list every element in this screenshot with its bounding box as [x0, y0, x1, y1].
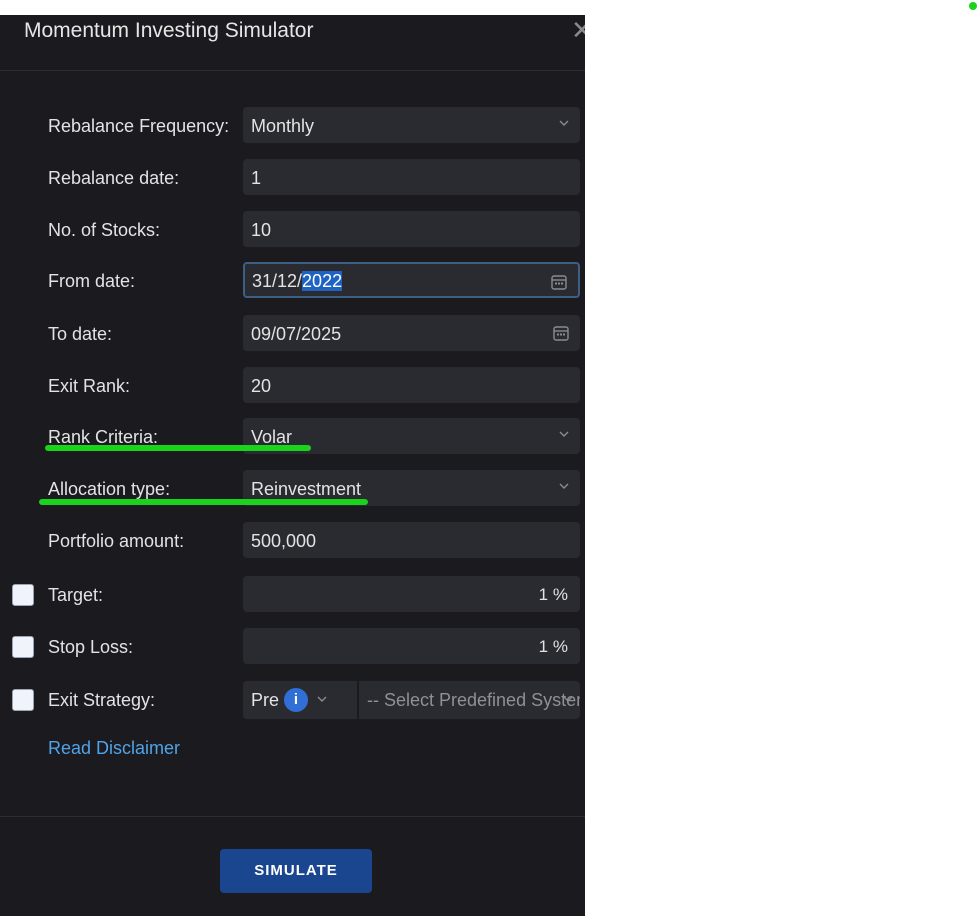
num-stocks-input[interactable]: 10 — [243, 211, 580, 247]
rebalance-date-row: Rebalance date: 1 — [0, 159, 585, 197]
annotation-dot — [969, 2, 977, 10]
rebalance-date-value: 1 — [251, 168, 262, 188]
to-date-input[interactable]: 09/07/2025 — [243, 315, 580, 351]
exit-strategy-label: Exit Strategy: — [48, 690, 156, 710]
to-date-row: To date: 09/07/2025 — [0, 315, 585, 353]
stop-loss-input[interactable]: 1 % — [243, 628, 580, 664]
num-stocks-label: No. of Stocks: — [48, 220, 161, 240]
from-date-input[interactable]: 31/12/2022 — [243, 262, 580, 298]
chevron-down-icon — [317, 696, 327, 702]
dialog-title: Momentum Investing Simulator — [24, 19, 314, 42]
calendar-icon[interactable] — [550, 273, 568, 291]
target-row: Target: 1 % — [0, 576, 585, 614]
exit-strategy-checkbox[interactable] — [12, 689, 34, 711]
from-date-prefix: 31/12/ — [252, 271, 303, 291]
chevron-down-icon — [559, 483, 569, 489]
info-icon[interactable]: i — [284, 688, 308, 712]
portfolio-amount-input[interactable]: 500,000 — [243, 522, 580, 558]
chevron-down-icon — [563, 696, 573, 702]
calendar-icon[interactable] — [552, 324, 570, 342]
rebalance-date-input[interactable]: 1 — [243, 159, 580, 195]
stop-loss-checkbox[interactable] — [12, 636, 34, 658]
target-unit: % — [552, 585, 568, 604]
num-stocks-value: 10 — [251, 220, 272, 240]
to-date-value: 09/07/2025 — [251, 324, 342, 344]
portfolio-amount-label: Portfolio amount: — [48, 531, 185, 551]
num-stocks-row: No. of Stocks: 10 — [0, 211, 585, 249]
predefined-system-select[interactable]: -- Select Predefined System -- — [359, 681, 580, 719]
close-icon[interactable]: ✕ — [571, 15, 585, 45]
rebalance-frequency-row: Rebalance Frequency: Monthly — [0, 107, 585, 145]
annotation-underline-allocation-type — [39, 499, 368, 505]
from-date-label: From date: — [48, 271, 136, 291]
from-date-row: From date: 31/12/2022 — [0, 262, 585, 300]
stop-loss-row: Stop Loss: 1 % — [0, 628, 585, 666]
exit-rank-row: Exit Rank: 20 — [0, 367, 585, 405]
stop-loss-unit: % — [552, 637, 568, 656]
read-disclaimer-link[interactable]: Read Disclaimer — [48, 738, 180, 759]
dialog-header: Momentum Investing Simulator ✕ — [0, 15, 585, 71]
allocation-type-value: Reinvestment — [251, 479, 362, 499]
chevron-down-icon — [559, 120, 569, 126]
exit-rank-label: Exit Rank: — [48, 376, 131, 396]
exit-rank-input[interactable]: 20 — [243, 367, 580, 403]
portfolio-amount-row: Portfolio amount: 500,000 — [0, 522, 585, 560]
predefined-system-placeholder: -- Select Predefined System -- — [367, 690, 580, 710]
footer-divider — [0, 816, 585, 817]
stop-loss-value: 1 % — [539, 637, 568, 657]
chevron-down-icon — [559, 431, 569, 437]
target-input[interactable]: 1 % — [243, 576, 580, 612]
allocation-type-label: Allocation type: — [48, 479, 171, 499]
annotation-underline-rank-criteria — [45, 445, 311, 451]
from-date-selected-year: 2022 — [302, 271, 343, 291]
rebalance-frequency-select[interactable]: Monthly — [243, 107, 580, 143]
rebalance-frequency-label: Rebalance Frequency: — [48, 116, 230, 136]
exit-strategy-mode-value: Pre — [251, 690, 280, 710]
target-number: 1 — [538, 585, 549, 604]
to-date-label: To date: — [48, 324, 113, 344]
portfolio-amount-value: 500,000 — [251, 531, 317, 551]
simulator-dialog: Momentum Investing Simulator ✕ Rebalance… — [0, 15, 585, 916]
exit-strategy-mode-select[interactable]: Pre i — [243, 681, 357, 719]
exit-strategy-row: Exit Strategy: Pre i -- Select Predefine… — [0, 681, 585, 719]
target-value: 1 % — [539, 585, 568, 605]
target-checkbox[interactable] — [12, 584, 34, 606]
stop-loss-number: 1 — [538, 637, 549, 656]
exit-rank-value: 20 — [251, 376, 272, 396]
rebalance-frequency-value: Monthly — [251, 116, 315, 136]
from-date-value: 31/12/2022 — [252, 271, 343, 292]
rebalance-date-label: Rebalance date: — [48, 168, 180, 188]
target-label: Target: — [48, 585, 104, 605]
stop-loss-label: Stop Loss: — [48, 637, 134, 657]
simulate-button[interactable]: SIMULATE — [220, 849, 372, 893]
